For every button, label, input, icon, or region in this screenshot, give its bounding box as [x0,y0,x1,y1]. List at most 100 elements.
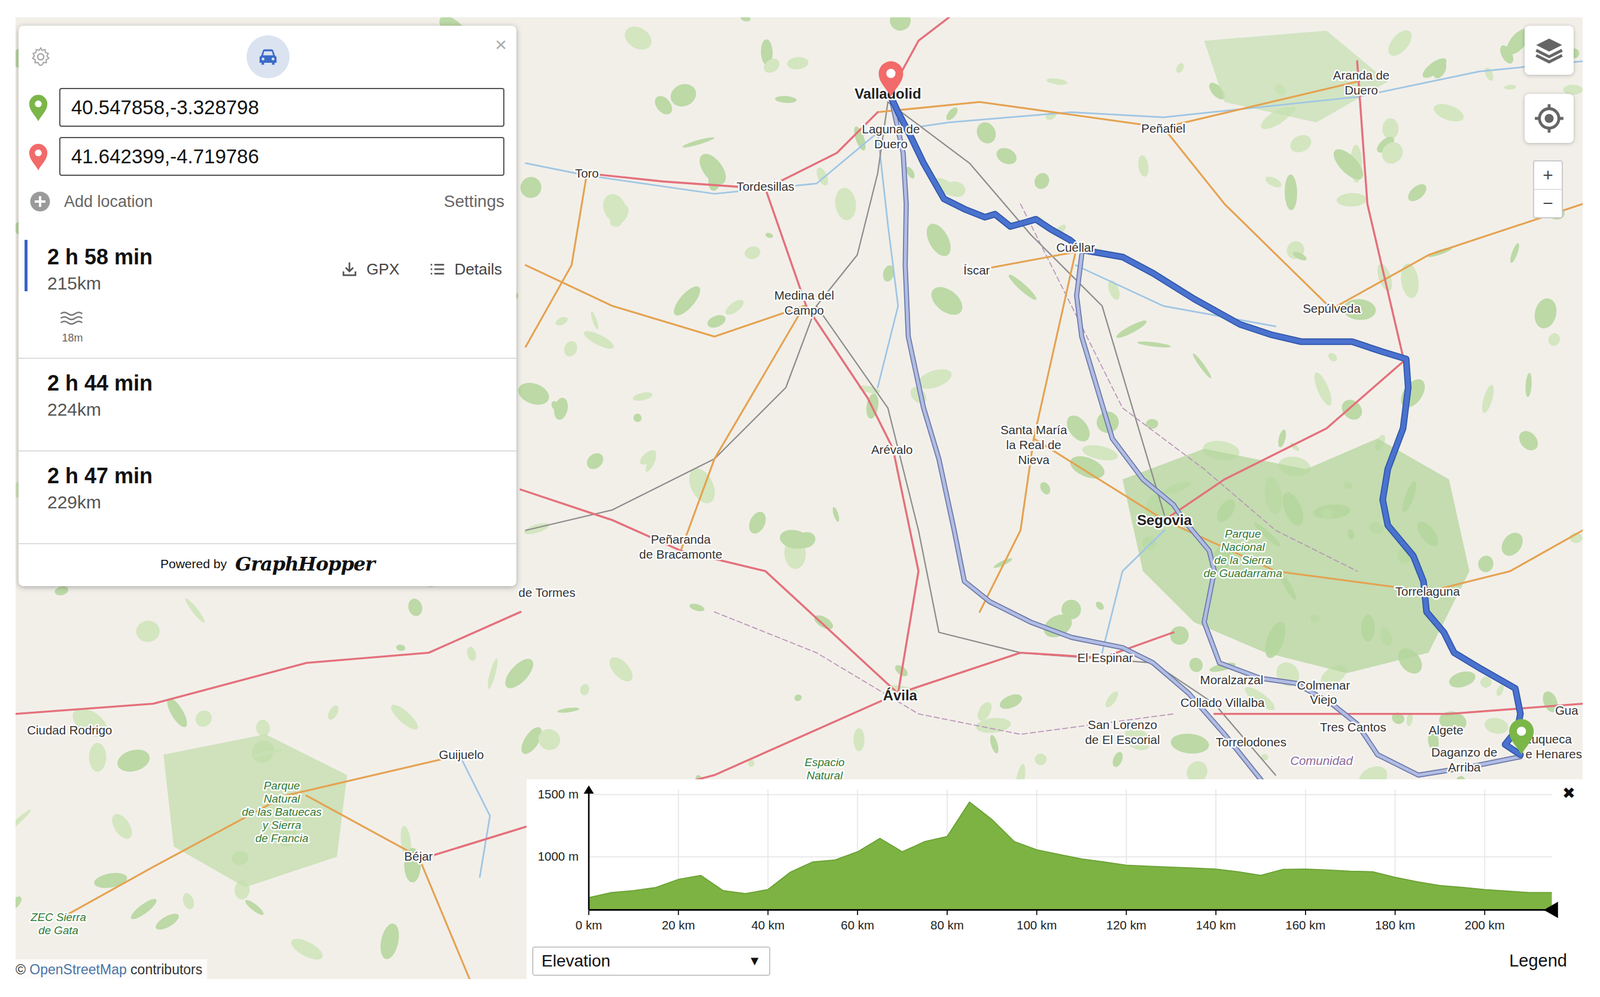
route-distance: 224km [47,399,153,421]
y-tick: 1000 m [537,849,579,864]
place-label: Tres Cantos [1319,720,1387,735]
download-icon [340,260,359,279]
map-frame: ValladolidLaguna deDueroToroTordesillasP… [15,17,1583,980]
route-distance: 229km [47,492,153,513]
place-label: Santa Maríala Real deNieva [1000,423,1068,467]
x-tick: 20 km [661,918,696,933]
graphhopper-logo[interactable]: GraphHopper [235,552,375,576]
place-label: Guijuelo [439,747,485,762]
place-label: Sepúlveda [1302,302,1361,316]
close-button[interactable]: × [494,34,507,55]
zoom-in-button[interactable]: + [1534,161,1562,190]
x-tick: 200 km [1464,918,1505,933]
settings-link[interactable]: Settings [443,192,505,212]
place-label: EspacioNatural [804,756,845,783]
route-distance: 215km [47,273,153,294]
place-label: Tordesillas [736,179,795,194]
place-label: Toro [575,166,599,181]
place-label: Arévalo [871,442,913,457]
map-lines [15,17,1583,980]
openstreetmap-link[interactable]: OpenStreetMap [29,962,127,978]
start-pin-icon[interactable] [1509,719,1534,756]
route-item[interactable]: 2 h 47 min 229km [18,451,517,545]
gear-icon[interactable] [29,45,53,69]
route-item[interactable]: 2 h 58 min 215km GPX Details 18m [18,232,517,360]
zoom-out-button[interactable]: − [1534,189,1562,218]
position-marker-icon[interactable] [1543,902,1559,919]
x-tick: 180 km [1375,918,1416,933]
start-input[interactable] [59,87,505,127]
x-tick: 0 km [575,918,602,933]
x-tick: 40 km [751,918,786,933]
route-item[interactable]: 2 h 44 min 224km [18,359,517,452]
place-label: ZEC Sierrade Gata [29,911,87,938]
place-label: de Tormes [518,585,576,600]
place-label: ColmenarViejo [1297,678,1351,708]
elevation-line [588,802,1552,899]
ford-info[interactable]: 18m [47,309,98,345]
place-label: San Lorenzode El Escorial [1084,718,1160,747]
place-label: Ávila [883,687,918,704]
place-label: Comunidad [1290,753,1353,768]
x-axis [588,909,1553,912]
woods [15,17,1583,980]
start-row [18,87,517,127]
destination-input[interactable] [59,137,505,176]
elevation-chart[interactable]: 1500 m 1000 m 0 km 20 km 40 km 60 km 80 km 100 … [526,779,1583,944]
elevation-area [588,802,1552,911]
x-tick: 140 km [1196,918,1237,933]
place-label: Ciudad Rodrigo [26,723,112,738]
place-label: Daganzo deArriba [1431,745,1498,775]
current-location-button[interactable] [1524,93,1574,144]
list-icon [428,260,447,279]
place-label: El Espinar [1077,651,1133,665]
details-button[interactable]: Details [428,260,503,279]
x-tick: 80 km [930,918,964,933]
attribution: © OpenStreetMap contributors [15,959,208,980]
destination-marker-icon [28,142,49,172]
place-label: Béjar [404,849,434,864]
water-waves-icon [58,309,87,328]
panel-header: × [18,25,517,88]
y-tick: 1500 m [537,787,579,802]
x-tick: 160 km [1285,918,1326,933]
chart-controls: Elevation ▼ Legend [526,943,1583,980]
plus-circle-icon [29,190,51,213]
chart-close-button[interactable]: ✖ [1562,785,1576,802]
gpx-button[interactable]: GPX [340,260,400,279]
route-time: 2 h 58 min [47,244,153,270]
place-label: ParqueNaturalde las Batuecasy Sierrade F… [241,779,322,846]
x-tick: 60 km [840,918,875,933]
car-profile-button[interactable] [246,35,290,79]
place-label: Cuéllar [1056,240,1095,255]
legend-button[interactable]: Legend [1509,951,1568,972]
chart-type-dropdown[interactable]: Elevation ▼ [532,947,771,976]
place-label: zuquecae Henares [1525,732,1583,762]
place-label: Íscar [963,263,991,278]
place-label: Algete [1428,723,1464,738]
place-label: Medina delCampo [774,288,835,318]
place-label: Collado Villalba [1180,695,1265,710]
place-label: Moralzarzal [1200,673,1264,687]
add-location-button[interactable]: Add location [29,190,154,213]
destination-pin-icon[interactable] [878,61,903,97]
alternative-routes[interactable] [890,96,1521,786]
crosshair-icon [1533,102,1565,135]
layers-button[interactable] [1524,25,1574,75]
map-ground [15,17,1583,980]
y-axis [588,789,590,911]
search-panel: × Add location Settings 2 h 58 min 215km… [18,25,517,587]
powered-by: Powered by GraphHopper [18,544,517,587]
layers-icon [1533,34,1565,66]
place-label: ParqueNacionalde la Sierrade Guadarrama [1203,527,1283,581]
add-location-row: Add location Settings [18,186,517,218]
place-label: Torrelodones [1215,735,1287,750]
elevation-panel: 1500 m 1000 m 0 km 20 km 40 km 60 km 80 km 100 … [526,779,1583,980]
place-label: Peñafiel [1141,121,1186,136]
selected-route[interactable] [890,96,1521,756]
x-tick: 100 km [1016,918,1057,933]
place-label: Torrelaguna [1395,584,1461,599]
route-list: 2 h 58 min 215km GPX Details 18m2 h 44 m… [18,232,517,545]
place-label: Gua [1555,703,1579,718]
destination-row [18,137,517,176]
